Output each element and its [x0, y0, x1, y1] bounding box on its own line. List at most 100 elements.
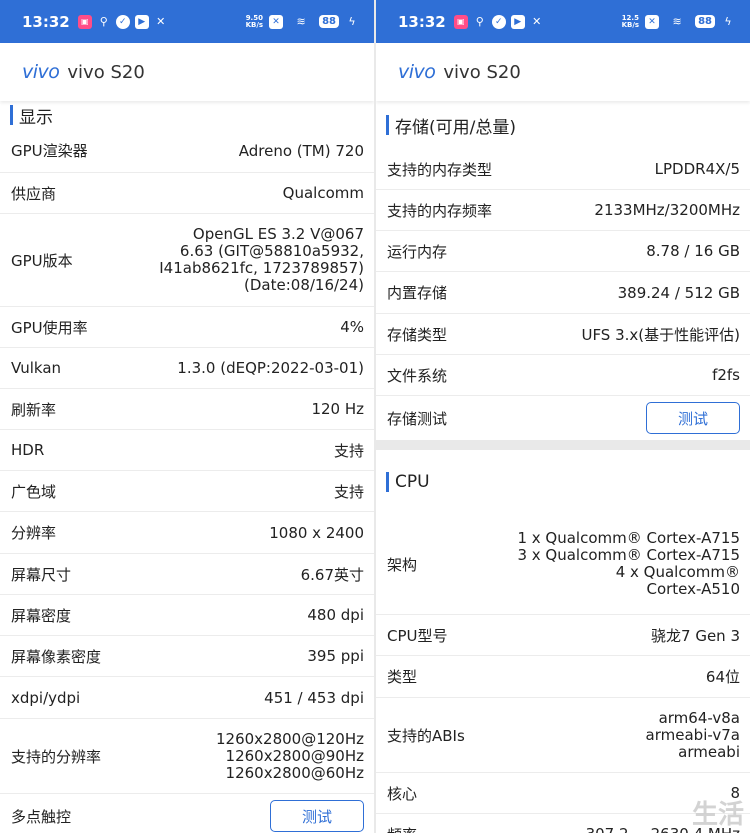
tools-icon: ✕ — [156, 15, 166, 28]
row-value-line: arm64-v8a — [658, 708, 740, 727]
row-value: 骁龙7 Gen 3 — [651, 626, 740, 645]
net-speed: 12.5 KB/s — [621, 13, 640, 29]
screenshot-pair: 13:32 ▣ ⚲ ✓ ▶ ✕ 9.50 KB/s ✕ ≋ 88 ϟ vivo v… — [0, 0, 750, 833]
row-key: HDR — [11, 441, 45, 459]
left-screen: 13:32 ▣ ⚲ ✓ ▶ ✕ 9.50 KB/s ✕ ≋ 88 ϟ vivo v… — [0, 0, 374, 833]
charging-icon: ϟ — [348, 15, 356, 28]
row-value: f2fs — [712, 366, 740, 384]
row-value: 395 ppi — [307, 647, 364, 665]
vivo-logo: vivo — [22, 61, 60, 83]
display-info: 显示 GPU渲染器 Adreno (TM) 720 供应商 Qualcomm GPU版本… — [0, 101, 374, 833]
info-row: 支持的分辨率 1260x2800@120Hz 1260x2800@90Hz 1260x… — [0, 719, 374, 794]
section-marker — [10, 105, 13, 125]
row-key: GPU渲染器 — [11, 142, 88, 160]
row-value-line: Cortex-A510 — [646, 580, 740, 598]
row-key: 存储类型 — [387, 325, 448, 344]
row-key: 屏幕尺寸 — [11, 565, 72, 584]
row-value-line: 3 x Qualcomm® Cortex-A715 — [517, 546, 740, 564]
info-row: 供应商 Qualcomm — [0, 173, 374, 214]
row-key: GPU使用率 — [11, 318, 88, 337]
row-key: 支持的分辨率 — [11, 747, 102, 766]
info-row: xdpi/ydpi 451 / 453 dpi — [0, 677, 374, 719]
touch-test-button[interactable]: 测试 — [270, 800, 364, 832]
row-key: 多点触控 — [11, 807, 72, 826]
check-icon: ✓ — [115, 14, 130, 29]
row-value: OpenGL ES 3.2 V@067 6.63 (GIT@58810a5932,… — [159, 226, 364, 294]
app-bar: vivo vivo S20 — [0, 43, 374, 101]
row-key: GPU版本 — [11, 251, 73, 270]
charging-icon: ϟ — [724, 15, 732, 28]
row-value: Adreno (TM) 720 — [238, 141, 364, 160]
row-key: 存储测试 — [387, 409, 448, 428]
row-value: UFS 3.x(基于性能评估) — [581, 325, 740, 344]
row-value: 480 dpi — [307, 606, 364, 624]
row-value: 389.24 / 512 GB — [617, 283, 740, 302]
row-key: 屏幕密度 — [11, 606, 72, 625]
row-value-line: 1 x Qualcomm® Cortex-A715 — [517, 529, 740, 547]
info-row: 架构 1 x Qualcomm® Cortex-A715 3 x Qualcomm®… — [376, 514, 750, 615]
net-speed: 9.50 KB/s — [245, 13, 264, 29]
row-value-line: 1260x2800@60Hz — [225, 763, 364, 782]
play-icon: ▶ — [510, 14, 525, 29]
row-value: 1 x Qualcomm® Cortex-A715 3 x Qualcomm® C… — [517, 530, 740, 598]
usb-icon: ⚲ — [475, 15, 484, 28]
info-row: 支持的ABIs arm64-v8a armeabi-v7a armeabi — [376, 698, 750, 773]
battery-icon: 88 — [695, 15, 715, 28]
row-key: 频率 — [387, 824, 417, 833]
row-value: LPDDR4X/5 — [654, 160, 740, 178]
info-row: HDR 支持 — [0, 430, 374, 471]
row-value: arm64-v8a armeabi-v7a armeabi — [645, 708, 740, 761]
info-row: 屏幕密度 480 dpi — [0, 595, 374, 636]
section-marker — [386, 472, 389, 492]
tools-icon: ✕ — [532, 15, 542, 28]
notification-app-icon: ▣ — [453, 14, 468, 29]
watermark-logo: 生活 — [691, 800, 744, 830]
row-key: 核心 — [387, 784, 418, 803]
row-key: 架构 — [387, 555, 418, 574]
touch-row: 多点触控 测试 — [0, 794, 374, 833]
row-key: xdpi/ydpi — [11, 688, 81, 707]
row-key: 运行内存 — [387, 242, 448, 261]
section-marker — [386, 115, 389, 135]
usb-icon: ⚲ — [99, 15, 108, 28]
row-value: 1260x2800@120Hz 1260x2800@90Hz 1260x2800@6… — [216, 730, 364, 782]
row-value: 支持 — [333, 441, 364, 460]
section-title-cpu: CPU — [376, 450, 750, 514]
wifi-icon: ≋ — [296, 15, 306, 28]
row-value: 64位 — [705, 668, 740, 686]
row-value-line: 4 x Qualcomm® — [615, 563, 740, 581]
section-title-display: 显示 — [0, 101, 374, 129]
storage-test-row: 存储测试 测试 — [376, 396, 750, 440]
status-bar: 13:32 ▣ ⚲ ✓ ▶ ✕ 9.50 KB/s ✕ ≋ 88 ϟ — [0, 0, 374, 43]
storage-test-button[interactable]: 测试 — [646, 402, 740, 434]
row-value-line: 1260x2800@90Hz — [225, 746, 364, 765]
row-key: Vulkan — [11, 359, 62, 377]
info-row: CPU型号 骁龙7 Gen 3 — [376, 615, 750, 656]
wifi-icon: ≋ — [672, 15, 682, 28]
row-key: 支持的ABIs — [387, 726, 465, 745]
row-value: 8.78 / 16 GB — [646, 242, 740, 260]
info-row: 存储类型 UFS 3.x(基于性能评估) — [376, 314, 750, 355]
section-title-storage: 存储(可用/总量) — [376, 101, 750, 149]
info-row: 支持的内存类型 LPDDR4X/5 — [376, 149, 750, 190]
info-row: 屏幕像素密度 395 ppi — [0, 636, 374, 677]
row-value-line: I41ab8621fc, 1723789857) — [159, 259, 364, 277]
info-row: 内置存储 389.24 / 512 GB — [376, 272, 750, 314]
info-row: 支持的内存频率 2133MHz/3200MHz — [376, 190, 750, 231]
row-value: Qualcomm — [282, 184, 364, 202]
play-icon: ▶ — [134, 14, 149, 29]
row-value-line: armeabi-v7a — [645, 725, 740, 744]
row-key: CPU型号 — [387, 626, 448, 645]
row-value: 451 / 453 dpi — [264, 688, 364, 707]
row-value: 1.3.0 (dEQP:2022-03-01) — [177, 359, 364, 377]
status-bar: 13:32 ▣ ⚲ ✓ ▶ ✕ 12.5 KB/s ✕ ≋ 88 ϟ — [376, 0, 750, 43]
info-row: 广色域 支持 — [0, 471, 374, 512]
row-value-line: OpenGL ES 3.2 V@067 — [192, 225, 364, 243]
row-key: 支持的内存类型 — [387, 160, 493, 179]
status-time: 13:32 — [22, 12, 70, 31]
sim-icon: ✕ — [269, 14, 284, 29]
right-screen: 13:32 ▣ ⚲ ✓ ▶ ✕ 12.5 KB/s ✕ ≋ 88 ϟ vivo v… — [376, 0, 750, 833]
row-key: 文件系统 — [387, 366, 448, 385]
info-row: 类型 64位 — [376, 656, 750, 698]
row-key: 供应商 — [11, 184, 57, 203]
